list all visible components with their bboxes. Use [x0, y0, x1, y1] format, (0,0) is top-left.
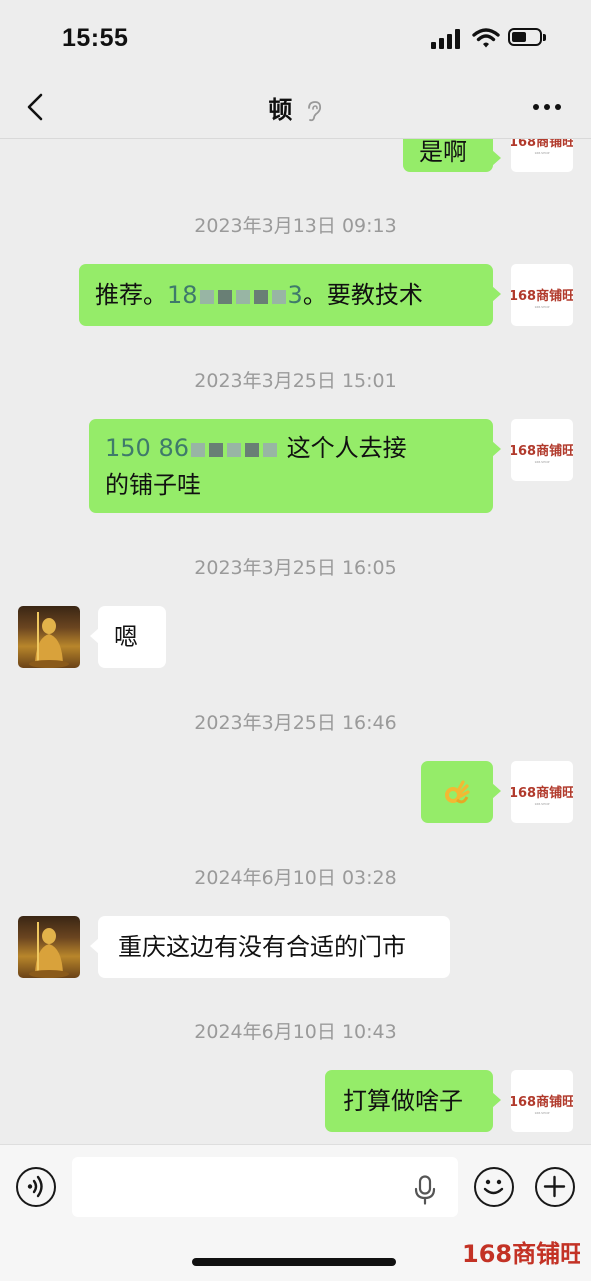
svg-text:168.SHOP: 168.SHOP	[534, 305, 549, 309]
more-functions-button[interactable]	[535, 1167, 575, 1207]
message-text: 嗯	[114, 623, 138, 651]
plus-icon	[543, 1175, 566, 1198]
svg-text:168商铺旺: 168商铺旺	[511, 443, 573, 459]
redacted-mosaic	[198, 265, 288, 327]
brand-logo-avatar: 168商铺旺 168.SHOP	[511, 288, 573, 309]
svg-text:168商铺旺: 168商铺旺	[511, 1094, 573, 1110]
chat-title: 顿	[268, 96, 293, 124]
buddha-statue-image	[29, 612, 69, 668]
timestamp: 2024年6月10日 03:28	[194, 867, 397, 889]
battery-icon	[508, 28, 546, 46]
timestamp: 2024年6月10日 10:43	[194, 1021, 397, 1043]
message-text-suffix: 。要教技术	[302, 281, 423, 309]
message-bubble-other[interactable]: 嗯	[90, 606, 166, 668]
voice-mode-button[interactable]	[16, 1167, 56, 1207]
earpiece-mode-icon	[307, 101, 321, 122]
phone-number-end[interactable]: 3	[288, 281, 303, 309]
avatar-contact[interactable]	[18, 916, 80, 978]
brand-logo-avatar: 168商铺旺 168.SHOP	[511, 138, 573, 155]
svg-text:168商铺旺: 168商铺旺	[462, 1240, 580, 1268]
message-bubble-other[interactable]: 重庆这边有没有合适的门市	[90, 916, 450, 978]
svg-text:168商铺旺: 168商铺旺	[511, 288, 573, 304]
ok-hand-emoji-icon	[445, 780, 470, 804]
brand-watermark: 168商铺旺	[462, 1240, 580, 1268]
more-options-icon[interactable]	[530, 94, 564, 120]
message-line-2: 的铺子哇	[105, 471, 201, 499]
brand-logo-avatar: 168商铺旺 168.SHOP	[511, 443, 573, 464]
brand-logo-avatar: 168商铺旺 168.SHOP	[511, 785, 573, 806]
avatar-self[interactable]: 168商铺旺 168.SHOP	[511, 419, 573, 481]
svg-text:168商铺旺: 168商铺旺	[511, 785, 573, 801]
message-bubble-mine[interactable]: 打算做啥子	[325, 1070, 501, 1132]
status-bar: 15:55	[0, 0, 591, 80]
message-bubble-mine[interactable]: 推荐。18 3。要教技术	[79, 264, 501, 327]
microphone-icon[interactable]	[412, 1175, 438, 1205]
buddha-statue-image	[29, 922, 69, 978]
phone-number-start[interactable]: 150 86	[105, 434, 189, 462]
svg-text:168.SHOP: 168.SHOP	[534, 802, 549, 806]
message-text-input[interactable]	[72, 1157, 458, 1217]
message-bubble-mine[interactable]: 是啊	[403, 138, 501, 172]
emoji-button[interactable]	[474, 1167, 514, 1207]
message-bubble-mine[interactable]	[421, 761, 501, 823]
cellular-signal-icon	[431, 29, 465, 49]
timestamp: 2023年3月25日 16:05	[194, 557, 397, 579]
timestamp: 2023年3月13日 09:13	[194, 215, 397, 237]
message-text-suffix: 这个人去接	[286, 434, 407, 462]
avatar-self[interactable]: 168商铺旺 168.SHOP	[511, 761, 573, 823]
message-text: 是啊	[419, 138, 467, 166]
svg-text:168.SHOP: 168.SHOP	[534, 151, 549, 155]
wifi-icon	[472, 28, 500, 48]
svg-text:168商铺旺: 168商铺旺	[511, 138, 573, 150]
message-text: 重庆这边有没有合适的门市	[118, 933, 406, 961]
timestamp: 2023年3月25日 16:46	[194, 712, 397, 734]
avatar-self[interactable]: 168商铺旺 168.SHOP	[511, 264, 573, 326]
message-bubble-mine[interactable]: 150 86 这个人去接 的铺子哇	[89, 419, 501, 513]
timestamp: 2023年3月25日 15:01	[194, 370, 397, 392]
phone-number-start[interactable]: 18	[167, 281, 198, 309]
voice-wave-icon	[27, 1175, 43, 1198]
status-time: 15:55	[62, 24, 129, 52]
avatar-self[interactable]: 168商铺旺 168.SHOP	[511, 1070, 573, 1132]
chat-message-list[interactable]: 是啊 168商铺旺 168.SHOP 2023年3月13日 09:13 推荐。1…	[0, 138, 591, 1144]
chat-title-wrap: 顿	[0, 90, 591, 125]
avatar-contact[interactable]	[18, 606, 80, 668]
brand-logo-avatar: 168商铺旺 168.SHOP	[511, 1094, 573, 1115]
message-text: 打算做啥子	[343, 1087, 463, 1115]
svg-text:168.SHOP: 168.SHOP	[534, 1111, 549, 1115]
message-text-prefix: 推荐。	[95, 281, 167, 309]
avatar-self[interactable]: 168商铺旺 168.SHOP	[511, 138, 573, 172]
smiley-face-icon	[483, 1179, 504, 1195]
redacted-mosaic	[189, 431, 279, 467]
chat-header: 顿	[0, 80, 591, 139]
message-line-1: 150 86 这个人去接	[105, 430, 477, 467]
svg-text:168.SHOP: 168.SHOP	[534, 460, 549, 464]
home-indicator[interactable]	[192, 1258, 396, 1266]
